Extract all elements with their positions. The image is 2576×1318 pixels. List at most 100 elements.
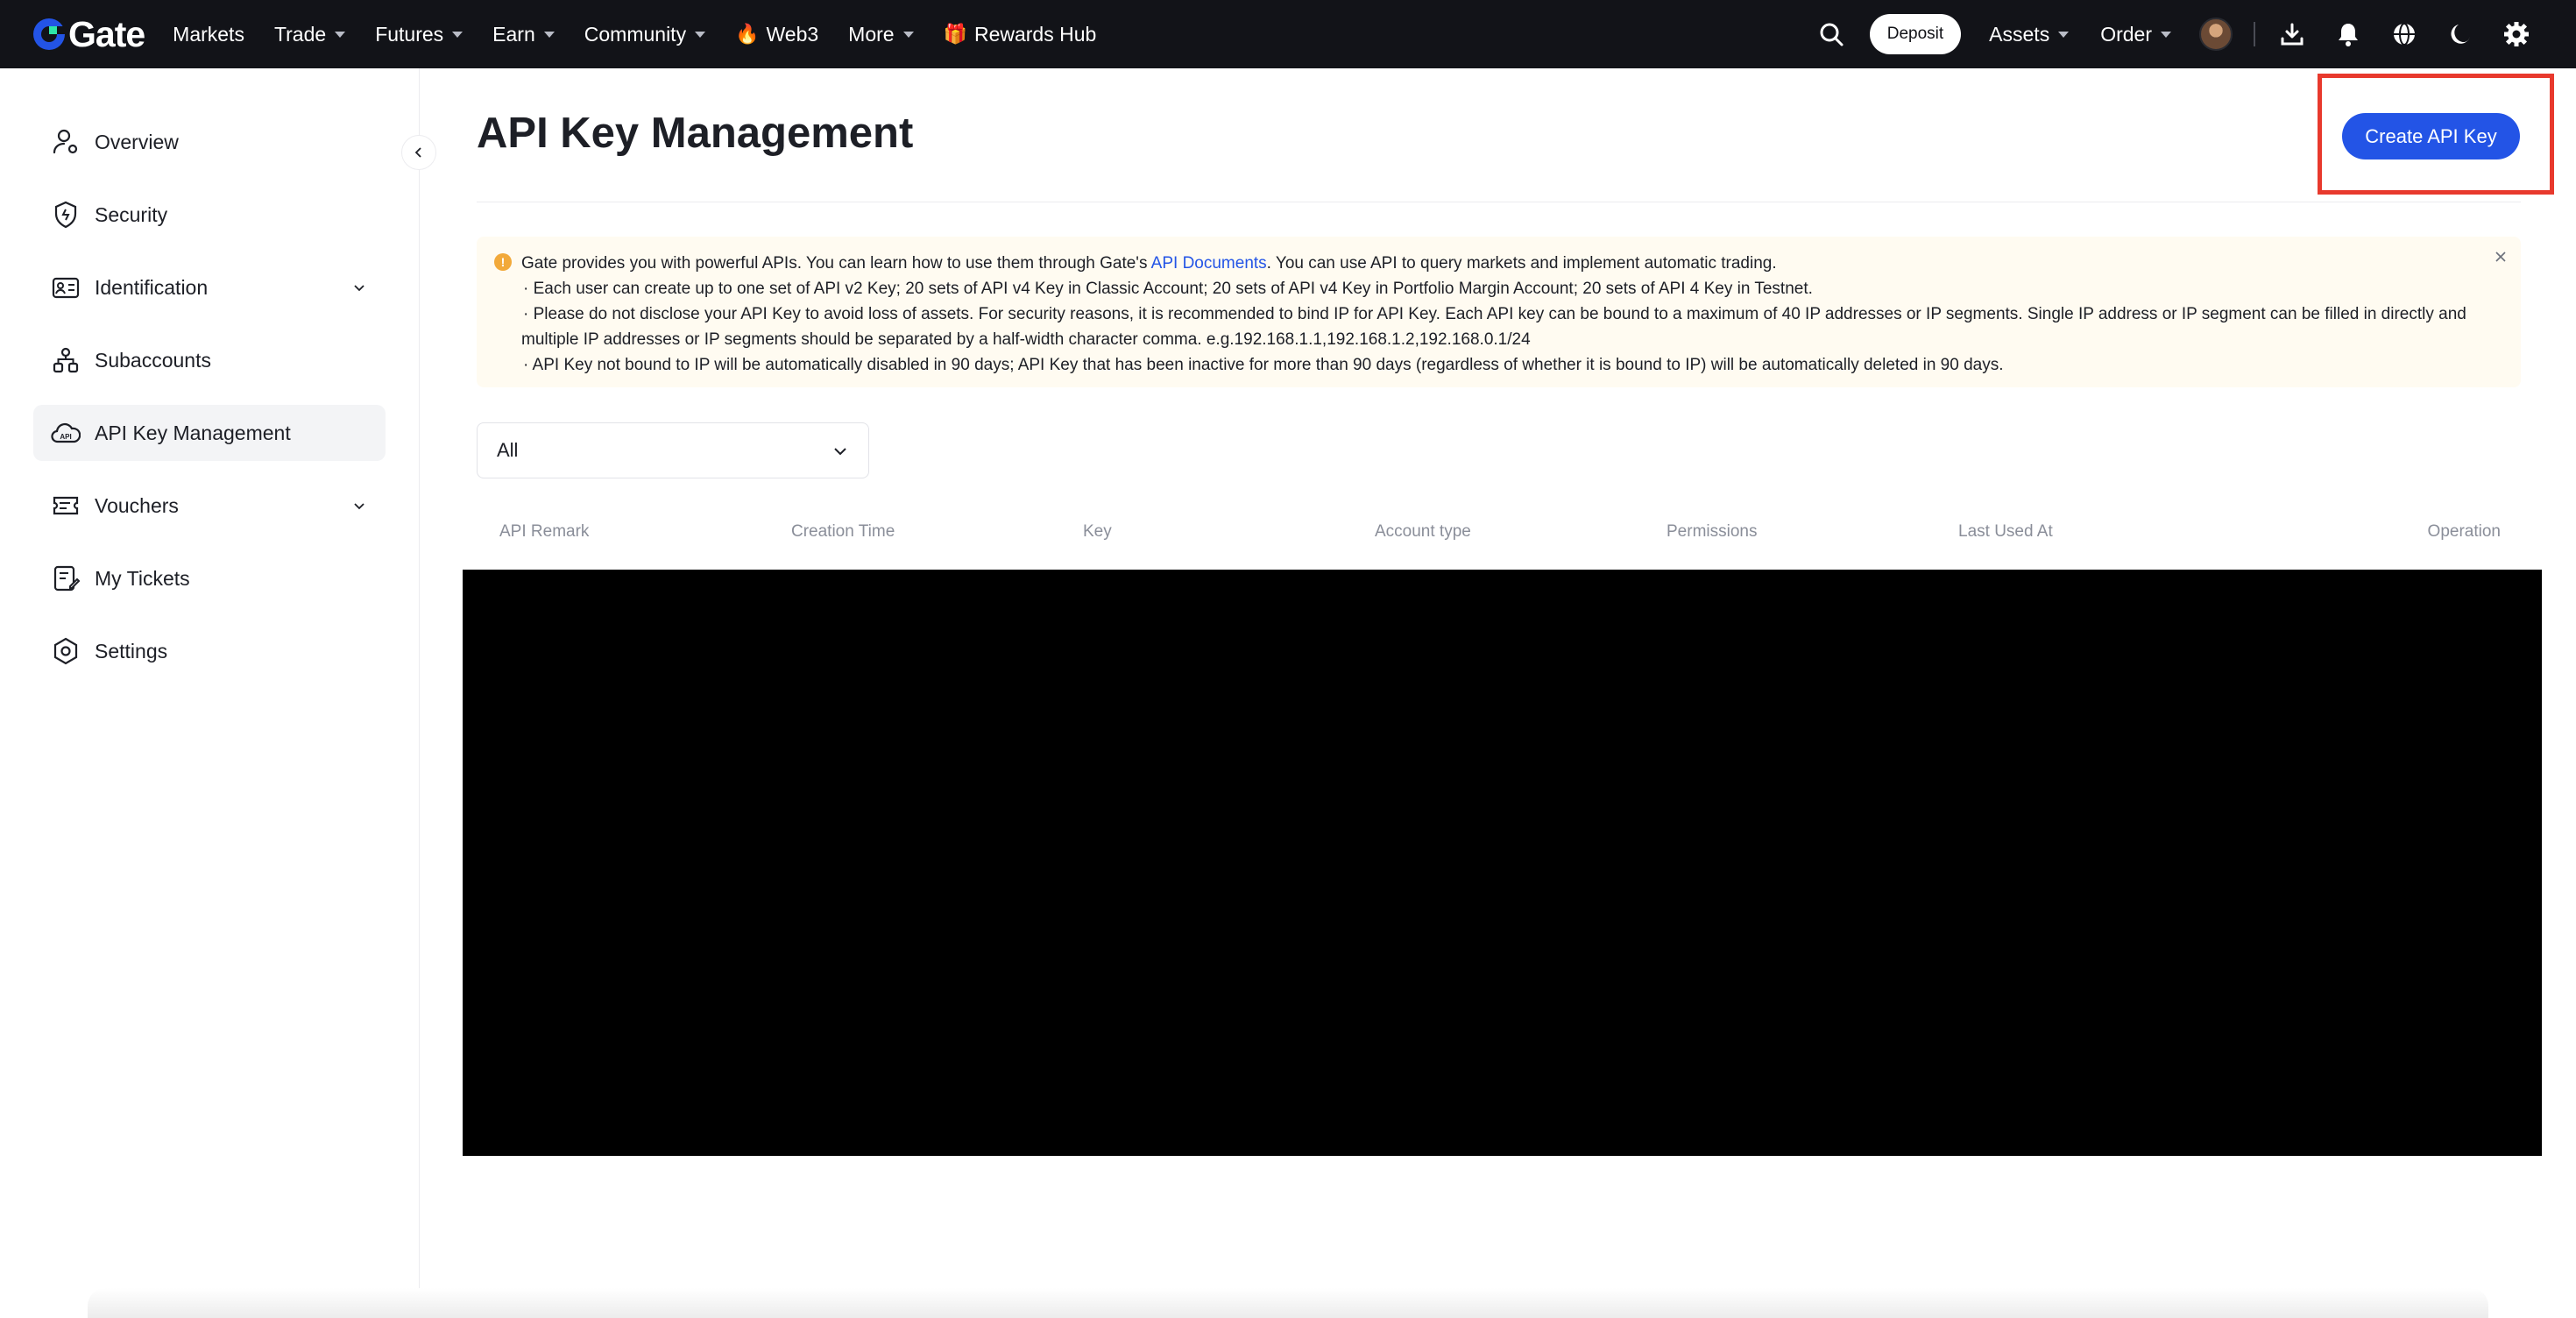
- fire-icon: 🔥: [735, 23, 760, 45]
- nav-earn[interactable]: Earn: [492, 23, 555, 46]
- moon-icon[interactable]: [2446, 20, 2474, 48]
- nav-markets-label: Markets: [173, 22, 244, 46]
- caret-down-icon: [452, 31, 464, 38]
- gate-logo-icon: [33, 18, 65, 50]
- logo-text: Gate: [68, 13, 145, 54]
- caret-down-icon: [2058, 31, 2070, 38]
- column-header: Key: [1083, 522, 1112, 541]
- id-card-icon: [51, 273, 81, 302]
- sidebar-item-identification[interactable]: Identification: [33, 259, 386, 315]
- header-divider: [2254, 22, 2255, 46]
- globe-icon[interactable]: [2390, 20, 2418, 48]
- chevron-down-icon: [834, 448, 846, 456]
- nav-futures-label: Futures: [375, 22, 444, 46]
- sidebar-item-label: Security: [95, 202, 168, 226]
- sidebar-item-api-key-management[interactable]: API API Key Management: [33, 405, 386, 461]
- notice-line-4: multiple IP addresses or IP segments sho…: [521, 330, 1531, 349]
- chevron-down-icon: [354, 285, 364, 292]
- column-header: Last Used At: [1958, 522, 2053, 541]
- assets-menu[interactable]: Assets: [1989, 22, 2070, 46]
- account-filter-select[interactable]: All: [477, 422, 869, 478]
- notice-text: Gate provides you with powerful APIs. Yo…: [521, 254, 1151, 273]
- nav-markets[interactable]: Markets: [173, 23, 244, 46]
- column-header: Creation Time: [791, 522, 895, 541]
- create-api-key-button[interactable]: Create API Key: [2342, 113, 2520, 159]
- nav-trade-label: Trade: [273, 22, 327, 46]
- bell-icon[interactable]: [2334, 20, 2362, 48]
- nav-more[interactable]: More: [848, 22, 914, 46]
- gear-icon[interactable]: [2502, 20, 2530, 48]
- nav-futures[interactable]: Futures: [375, 22, 464, 46]
- user-icon: [51, 127, 81, 157]
- download-icon[interactable]: [2278, 20, 2306, 48]
- assets-label: Assets: [1989, 22, 2050, 46]
- redacted-table-body: [463, 570, 2542, 1156]
- sidebar-item-label: Overview: [95, 130, 179, 153]
- caret-down-icon: [543, 31, 555, 38]
- nav-community-label: Community: [584, 22, 687, 46]
- column-header: Operation: [2427, 522, 2501, 541]
- notice-line-5: · API Key not bound to IP will be automa…: [523, 356, 2004, 374]
- notice-line-2: · Each user can create up to one set of …: [523, 280, 1813, 298]
- nav-more-label: More: [848, 22, 895, 46]
- sidebar-item-label: My Tickets: [95, 566, 190, 590]
- sidebar-collapse-button[interactable]: [401, 135, 436, 170]
- subaccounts-icon: [51, 345, 81, 375]
- sidebar-item-overview[interactable]: Overview: [33, 114, 386, 170]
- sidebar-item-security[interactable]: Security: [33, 187, 386, 243]
- caret-down-icon: [335, 31, 346, 38]
- nav-community[interactable]: Community: [584, 22, 706, 46]
- table-header: API Remark Creation Time Key Account typ…: [477, 522, 2501, 549]
- filter-value: All: [497, 439, 519, 461]
- bottom-shadow: [88, 1288, 2488, 1318]
- nav-trade[interactable]: Trade: [273, 22, 346, 46]
- ticket-icon: [51, 563, 81, 593]
- nav-rewards-hub-label: Rewards Hub: [973, 22, 1097, 46]
- avatar[interactable]: [2199, 18, 2233, 51]
- sidebar-item-label: Settings: [95, 639, 168, 663]
- nav-rewards-hub[interactable]: 🎁 Rewards Hub: [944, 23, 1097, 46]
- sidebar-item-label: Identification: [95, 275, 209, 299]
- shield-icon: [51, 200, 81, 230]
- close-icon[interactable]: [2489, 245, 2512, 268]
- sidebar-item-vouchers[interactable]: Vouchers: [33, 478, 386, 534]
- top-navbar: Gate Markets Trade Futures Earn Communit…: [0, 0, 2576, 68]
- column-header: Permissions: [1667, 522, 1758, 541]
- chevron-down-icon: [354, 503, 364, 510]
- main-nav: Markets Trade Futures Earn Community 🔥 We…: [173, 0, 1126, 68]
- deposit-button[interactable]: Deposit: [1869, 14, 1962, 54]
- sidebar-item-my-tickets[interactable]: My Tickets: [33, 550, 386, 606]
- caret-down-icon: [902, 31, 914, 38]
- nav-earn-label: Earn: [492, 22, 535, 46]
- order-label: Order: [2100, 22, 2152, 46]
- column-header: API Remark: [499, 522, 590, 541]
- info-notice: ! Gate provides you with powerful APIs. …: [477, 237, 2521, 387]
- order-menu[interactable]: Order: [2100, 23, 2171, 46]
- caret-down-icon: [2161, 31, 2171, 38]
- notice-text: . You can use API to query markets and i…: [1266, 254, 1777, 273]
- sidebar-item-label: Subaccounts: [95, 348, 211, 372]
- notice-line-3: · Please do not disclose your API Key to…: [523, 305, 2466, 323]
- page-title: API Key Management: [477, 110, 914, 157]
- sidebar-item-settings[interactable]: Settings: [33, 623, 386, 679]
- warning-icon: !: [494, 253, 512, 271]
- sidebar-item-label: API Key Management: [95, 421, 291, 444]
- nav-web3-label: Web3: [766, 22, 819, 46]
- svg-text:API: API: [60, 433, 71, 441]
- caret-down-icon: [695, 31, 706, 38]
- chevron-left-icon: [414, 147, 421, 158]
- search-icon[interactable]: [1817, 20, 1845, 48]
- notice-line-1: Gate provides you with powerful APIs. Yo…: [521, 251, 2495, 276]
- header-tools: Deposit Assets Order: [1803, 0, 2544, 68]
- voucher-icon: [51, 491, 81, 521]
- sidebar-item-subaccounts[interactable]: Subaccounts: [33, 332, 386, 388]
- column-header: Account type: [1375, 522, 1471, 541]
- settings-icon: [51, 636, 81, 666]
- api-icon: API: [51, 418, 81, 448]
- gate-logo[interactable]: Gate: [32, 0, 145, 68]
- sidebar: Overview Security Identification Subacco…: [0, 68, 420, 1318]
- gift-icon: 🎁: [943, 23, 967, 45]
- nav-web3[interactable]: 🔥 Web3: [735, 23, 818, 46]
- api-documents-link[interactable]: API Documents: [1151, 254, 1267, 273]
- sidebar-item-label: Vouchers: [95, 493, 179, 517]
